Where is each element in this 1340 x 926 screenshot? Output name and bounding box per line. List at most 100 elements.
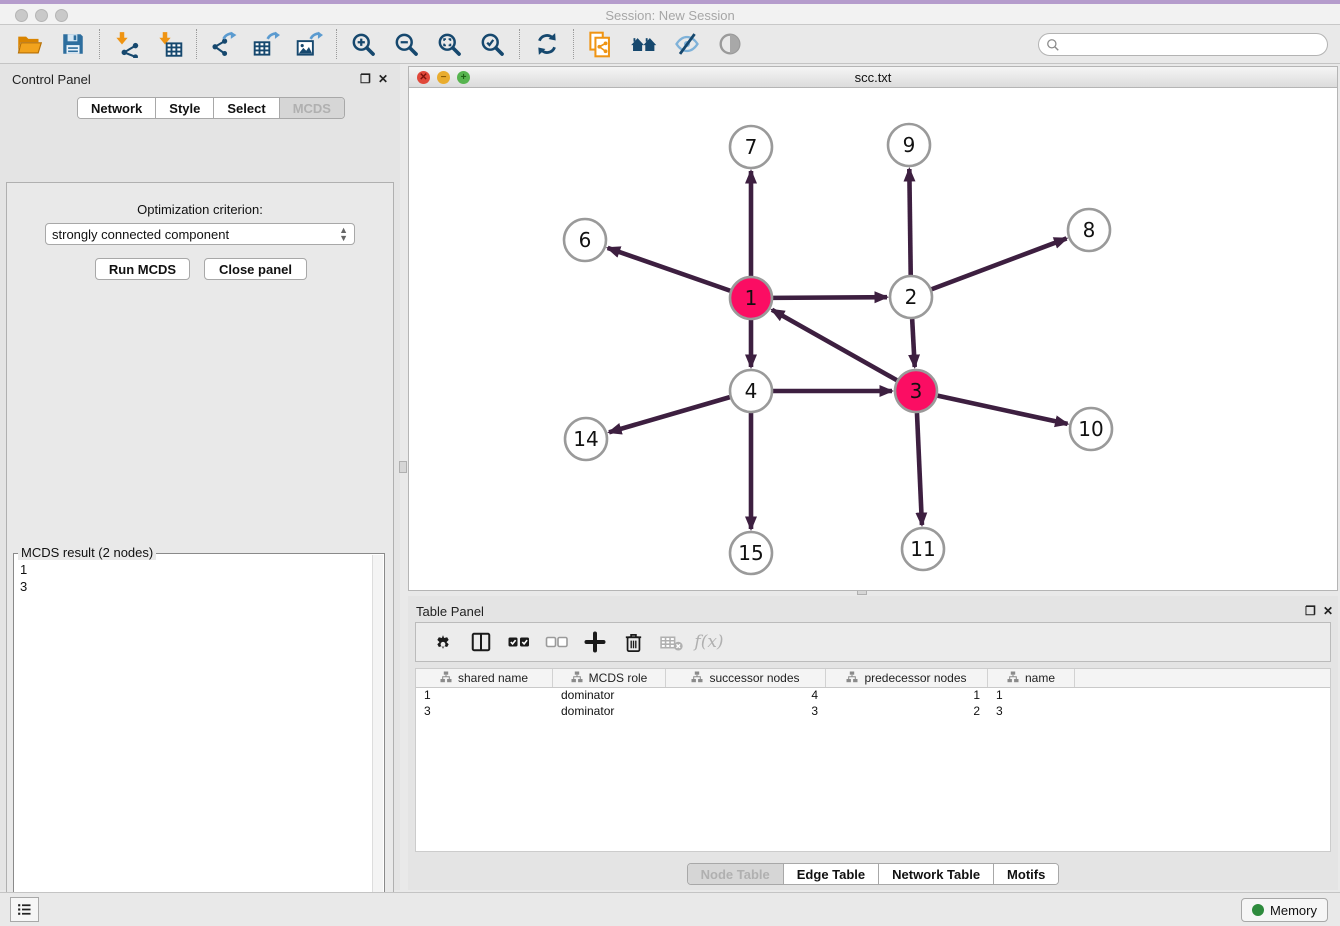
first-neighbors-icon[interactable] [622,26,665,62]
graph-edge-2-3[interactable] [912,319,915,367]
graph-edge-4-14[interactable] [609,397,730,432]
show-all-icon[interactable] [708,26,751,62]
column-header-MCDS-role[interactable]: MCDS role [553,669,666,687]
tab-select[interactable]: Select [214,98,279,118]
graph-edge-1-2[interactable] [773,297,887,298]
toolbar-separator [519,29,520,59]
table-cell[interactable]: 3 [988,704,1075,720]
hide-selected-icon[interactable] [665,26,708,62]
graph-node-3[interactable]: 3 [895,370,937,412]
show-columns-icon[interactable] [500,624,538,660]
table-row[interactable]: 3dominator323 [416,704,1330,720]
select-stepper-icon: ▲▼ [339,226,348,242]
network-canvas[interactable]: 1 2 3 4 6 7 8 9 10 11 14 15 [409,89,1337,589]
column-layout-icon[interactable] [462,624,500,660]
list-icon [16,901,33,918]
node-table-header: shared name MCDS rolesuccessor nodesprede… [416,669,1330,688]
tab-style[interactable]: Style [156,98,214,118]
graph-node-4[interactable]: 4 [730,370,772,412]
table-row[interactable]: 1dominator411 [416,688,1330,704]
export-network-icon[interactable] [202,26,245,62]
graph-node-9[interactable]: 9 [888,124,930,166]
zoom-fit-icon[interactable] [428,26,471,62]
table-panel-float-icon[interactable]: ❐ [1305,604,1316,618]
graph-node-7[interactable]: 7 [730,126,772,168]
mcds-result-list: 13 [20,561,27,595]
refresh-icon[interactable] [525,26,568,62]
column-type-icon [846,671,858,686]
zoom-selected-icon[interactable] [471,26,514,62]
table-cell[interactable]: dominator [553,688,666,704]
vertical-divider-grip[interactable] [399,461,407,473]
clone-network-icon[interactable] [579,26,622,62]
control-panel-title: Control Panel [12,72,91,87]
column-header-successor-nodes[interactable]: successor nodes [666,669,826,687]
network-frame-titlebar[interactable]: ✕ − + scc.txt [409,67,1337,88]
table-panel-close-icon[interactable]: ✕ [1323,604,1333,618]
show-panels-button[interactable] [10,897,39,922]
tab-motifs[interactable]: Motifs [994,864,1058,884]
graph-edge-3-1[interactable] [772,310,897,380]
graph-node-11[interactable]: 11 [902,528,944,570]
criterion-value: strongly connected component [52,227,229,242]
control-panel-float-icon[interactable]: ❐ [360,72,371,86]
graph-node-6[interactable]: 6 [564,219,606,261]
table-cell[interactable]: 3 [416,704,553,720]
svg-text:8: 8 [1083,218,1096,242]
export-image-icon[interactable] [288,26,331,62]
tab-mcds[interactable]: MCDS [280,98,344,118]
hide-columns-icon[interactable] [538,624,576,660]
table-cell[interactable]: 4 [666,688,826,704]
import-network-icon[interactable] [105,26,148,62]
tab-network[interactable]: Network [78,98,156,118]
column-header-label: shared name [458,671,528,685]
tab-edge-table[interactable]: Edge Table [784,864,879,884]
graph-edge-2-9[interactable] [909,169,910,275]
svg-text:7: 7 [745,135,758,159]
table-options-icon[interactable] [424,624,462,660]
create-column-icon[interactable] [576,624,614,660]
delete-column-icon[interactable] [614,624,652,660]
graph-node-2[interactable]: 2 [890,276,932,318]
toolbar-separator [573,29,574,59]
table-toolbar: f(x) [415,622,1331,662]
table-cell[interactable]: 2 [826,704,988,720]
memory-button[interactable]: Memory [1241,898,1328,922]
graph-edge-2-8[interactable] [932,238,1067,289]
table-cell[interactable]: dominator [553,704,666,720]
column-header-predecessor-nodes[interactable]: predecessor nodes [826,669,988,687]
table-cell[interactable]: 1 [826,688,988,704]
search-box[interactable] [1038,33,1328,56]
table-cell[interactable]: 3 [666,704,826,720]
graph-edge-3-11[interactable] [917,413,922,525]
column-type-icon [691,671,703,686]
save-session-icon[interactable] [51,26,94,62]
optimization-criterion-select[interactable]: strongly connected component ▲▼ [45,223,355,245]
tab-node-table[interactable]: Node Table [688,864,784,884]
graph-edge-3-10[interactable] [937,396,1067,424]
zoom-out-icon[interactable] [385,26,428,62]
close-panel-button[interactable]: Close panel [204,258,307,280]
table-cell[interactable]: 1 [416,688,553,704]
control-panel-close-icon[interactable]: ✕ [378,72,388,86]
tab-network-table[interactable]: Network Table [879,864,994,884]
column-header-name[interactable]: name [988,669,1075,687]
open-session-icon[interactable] [8,26,51,62]
svg-text:3: 3 [910,379,923,403]
graph-node-1[interactable]: 1 [730,277,772,319]
import-table-icon[interactable] [148,26,191,62]
run-mcds-button[interactable]: Run MCDS [95,258,190,280]
export-table-icon[interactable] [245,26,288,62]
svg-text:1: 1 [745,286,758,310]
graph-node-10[interactable]: 10 [1070,408,1112,450]
search-input[interactable] [1064,34,1327,55]
graph-node-14[interactable]: 14 [565,418,607,460]
graph-node-8[interactable]: 8 [1068,209,1110,251]
graph-edge-1-6[interactable] [608,248,731,291]
table-cell[interactable]: 1 [988,688,1075,704]
column-header-shared-name[interactable]: shared name [416,669,553,687]
network-frame-title: scc.txt [409,70,1337,85]
graph-node-15[interactable]: 15 [730,532,772,574]
mcds-result-scrollbar[interactable] [372,555,383,926]
zoom-in-icon[interactable] [342,26,385,62]
